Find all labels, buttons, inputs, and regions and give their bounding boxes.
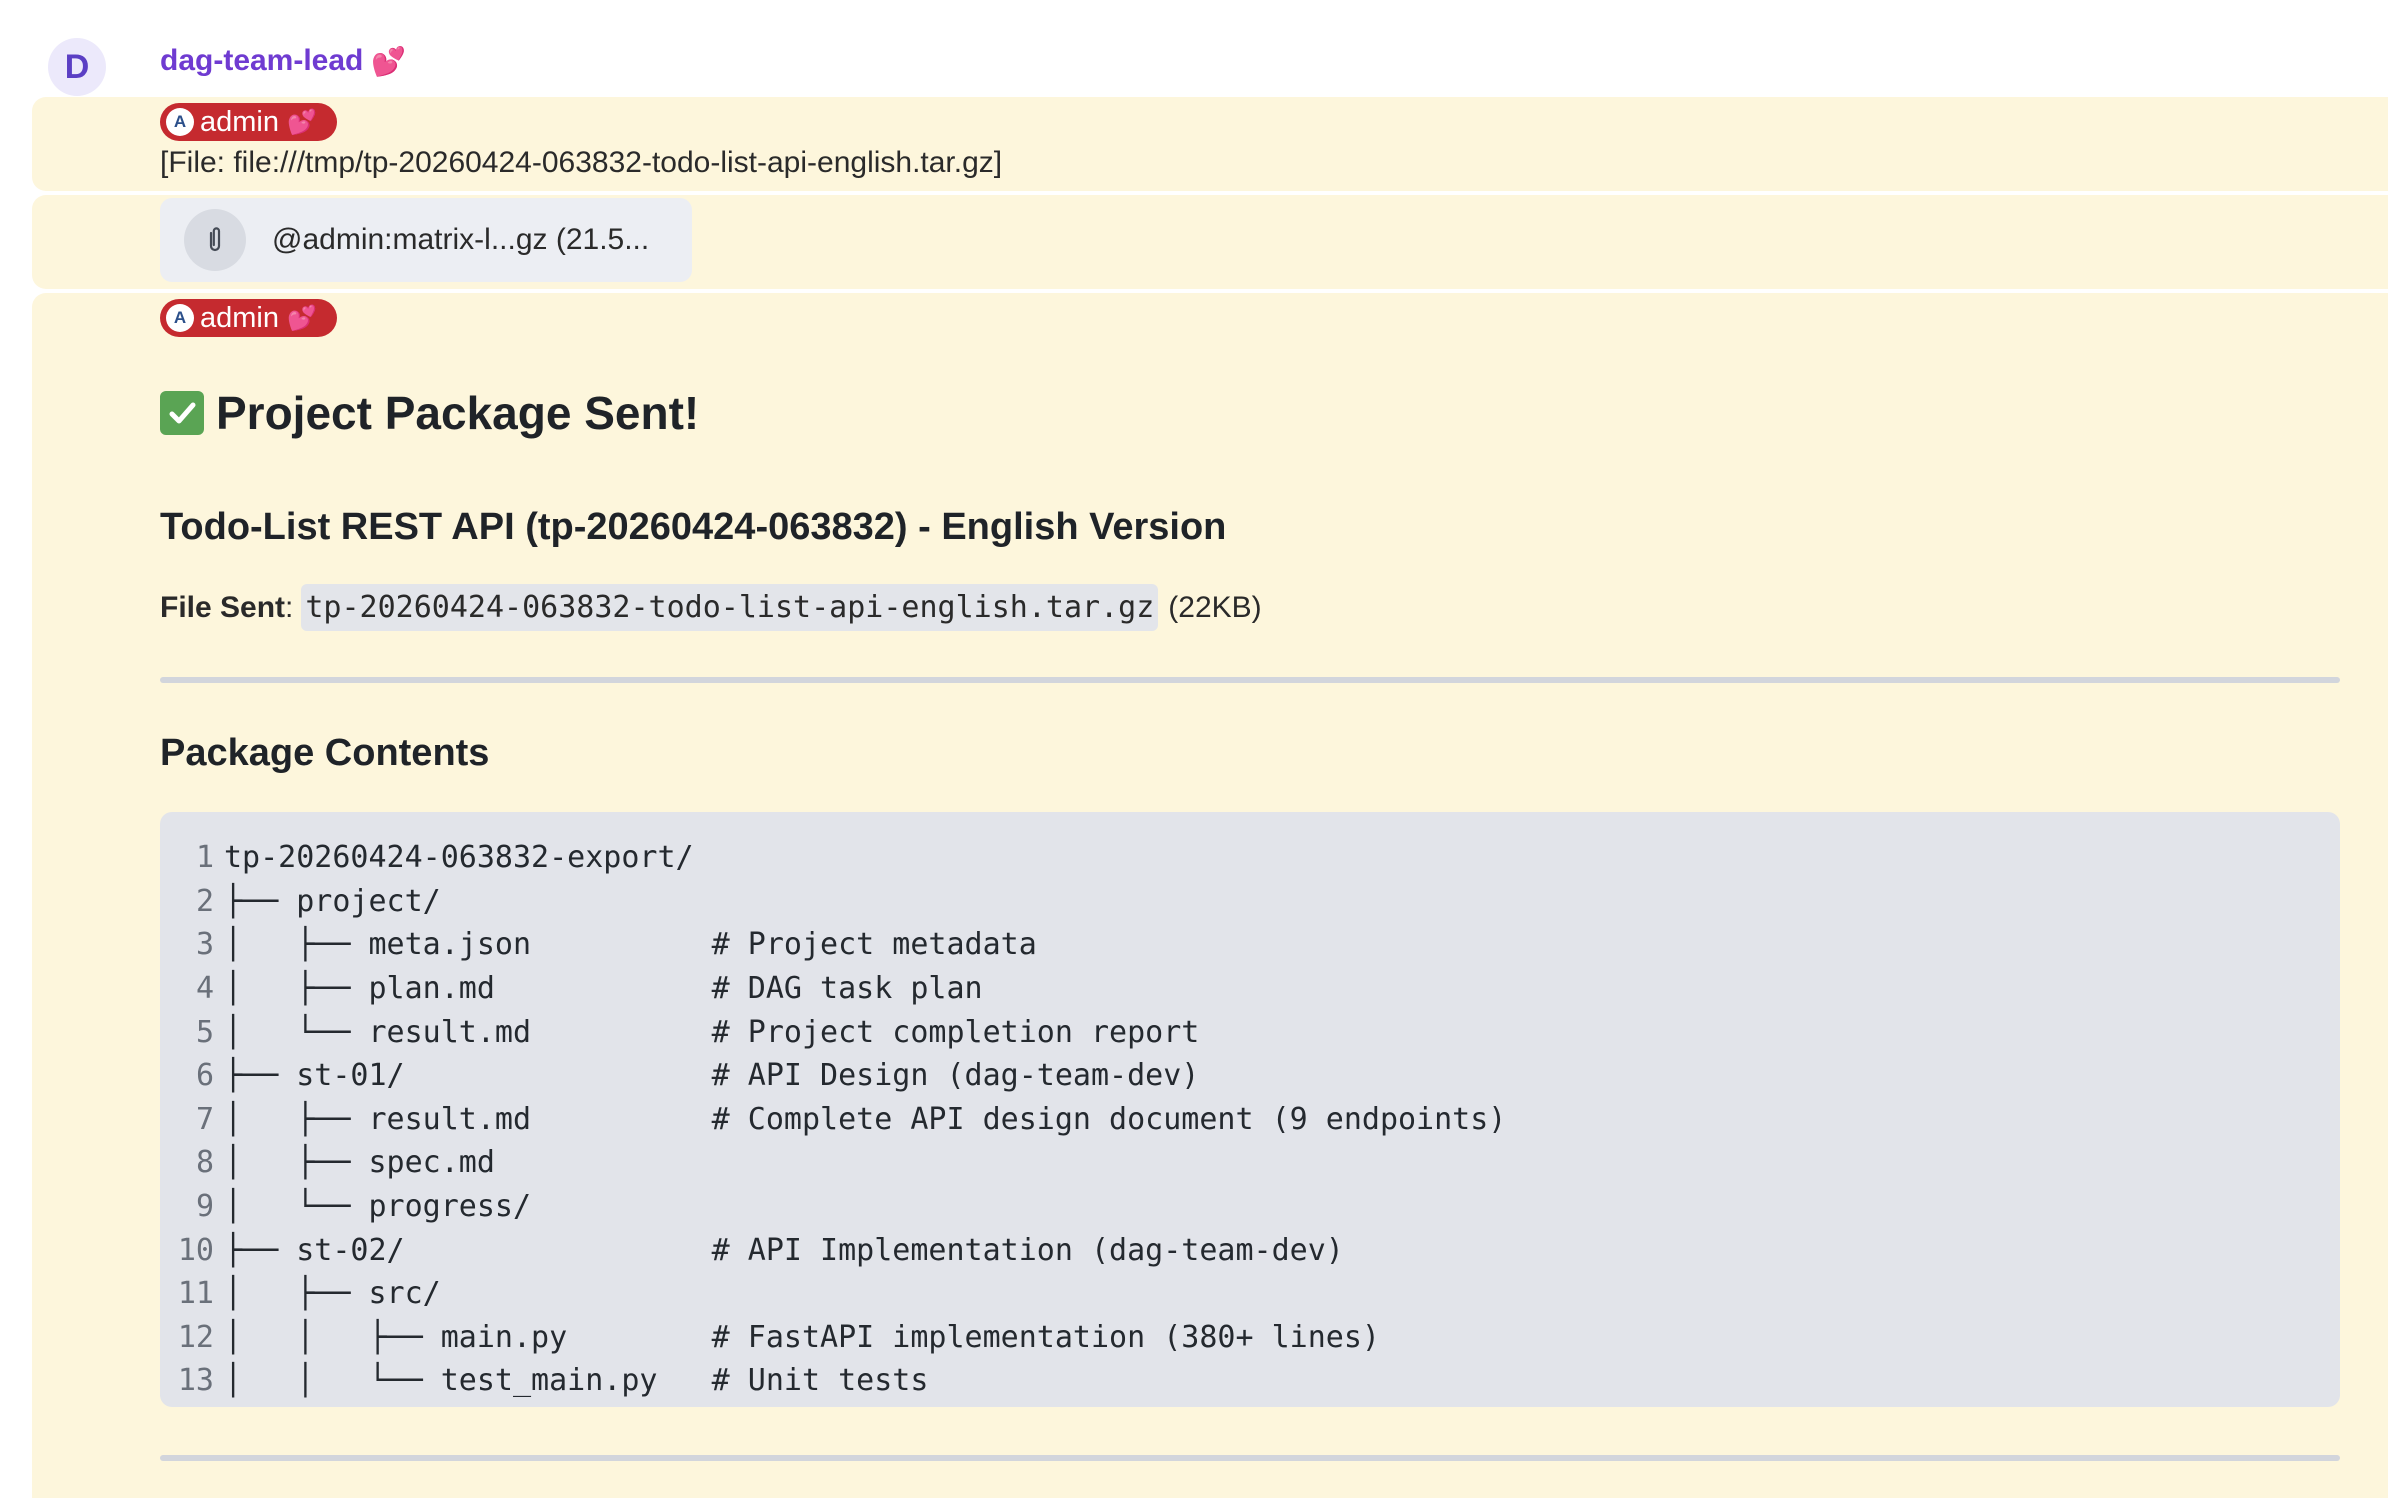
file-sent-line: File Sent: tp-20260424-063832-todo-list-…	[160, 584, 1262, 631]
code-line: 9 │ └── progress/	[160, 1185, 2340, 1229]
line-number: 2	[195, 883, 214, 919]
code-line-text: │ │ ├── main.py # FastAPI implementation…	[224, 1319, 1380, 1355]
paperclip-icon	[184, 209, 246, 271]
heart-emoji: 💕	[371, 45, 407, 77]
file-attachment[interactable]: @admin:matrix-l...gz (21.5...	[160, 198, 692, 282]
line-number: 6	[195, 1058, 214, 1094]
user-pill-label: admin	[200, 301, 279, 334]
line-number: 8	[195, 1145, 214, 1181]
check-mark-icon	[160, 391, 204, 435]
code-line: 6 ├── st-01/ # API Design (dag-team-dev)	[160, 1054, 2340, 1098]
sender-avatar[interactable]: D	[48, 38, 106, 96]
code-line: 13 │ │ └── test_main.py # Unit tests	[160, 1359, 2340, 1403]
user-pill-label: admin	[200, 105, 279, 138]
code-line: 12 │ │ ├── main.py # FastAPI implementati…	[160, 1316, 2340, 1360]
code-line-text: ├── st-01/ # API Design (dag-team-dev)	[224, 1058, 1200, 1094]
line-number: 4	[195, 971, 214, 1007]
code-line-text: tp-20260424-063832-export/	[224, 840, 694, 876]
code-line: 8 │ ├── spec.md	[160, 1141, 2340, 1185]
line-number: 11	[177, 1276, 214, 1312]
code-line: 2 ├── project/	[160, 880, 2340, 924]
code-line-text: │ └── result.md # Project completion rep…	[224, 1014, 1200, 1050]
user-pill-admin[interactable]: A admin 💕	[160, 103, 337, 141]
code-line-text: │ │ └── test_main.py # Unit tests	[224, 1363, 929, 1399]
heart-emoji: 💕	[287, 108, 317, 136]
attachment-name: @admin:matrix-l...gz (21.5...	[272, 223, 650, 256]
code-line: 4 │ ├── plan.md # DAG task plan	[160, 967, 2340, 1011]
code-line-text: │ ├── src/	[224, 1276, 441, 1312]
horizontal-rule	[160, 1455, 2340, 1461]
file-sent-filename: tp-20260424-063832-todo-list-api-english…	[301, 584, 1159, 631]
code-line: 10 ├── st-02/ # API Implementation (dag-t…	[160, 1228, 2340, 1272]
line-number: 10	[177, 1232, 214, 1268]
message-heading: Project Package Sent!	[160, 386, 699, 440]
code-line-text: │ ├── result.md # Complete API design do…	[224, 1101, 1507, 1137]
label-colon: :	[285, 590, 294, 624]
code-block[interactable]: 1 tp-20260424-063832-export/ 2 ├── project…	[160, 812, 2340, 1407]
code-line-text: │ ├── meta.json # Project metadata	[224, 927, 1037, 963]
code-line: 5 │ └── result.md # Project completion re…	[160, 1010, 2340, 1054]
line-number: 9	[195, 1189, 214, 1225]
horizontal-rule	[160, 677, 2340, 683]
project-subheading: Todo-List REST API (tp-20260424-063832) …	[160, 506, 1227, 548]
code-line: 3 │ ├── meta.json # Project metadata	[160, 923, 2340, 967]
code-line: 11 │ ├── src/	[160, 1272, 2340, 1316]
file-sent-label: File Sent	[160, 590, 286, 624]
code-line-text: │ ├── spec.md	[224, 1145, 495, 1181]
sender-name[interactable]: dag-team-lead	[160, 44, 363, 78]
file-sent-size: (22KB)	[1168, 590, 1262, 624]
line-number: 13	[177, 1363, 214, 1399]
code-line-text: │ ├── plan.md # DAG task plan	[224, 971, 983, 1007]
line-number: 7	[195, 1101, 214, 1137]
heading-text: Project Package Sent!	[216, 387, 700, 439]
file-message-text: [File: file:///tmp/tp-20260424-063832-to…	[160, 146, 1003, 179]
section-title: Package Contents	[160, 732, 490, 774]
line-number: 12	[177, 1319, 214, 1355]
code-line-text: ├── st-02/ # API Implementation (dag-tea…	[224, 1232, 1344, 1268]
line-number: 1	[195, 840, 214, 876]
code-line-text: │ └── progress/	[224, 1189, 532, 1225]
user-pill-admin[interactable]: A admin 💕	[160, 299, 337, 337]
line-number: 5	[195, 1014, 214, 1050]
sender-header: dag-team-lead 💕	[160, 44, 406, 78]
code-line: 1 tp-20260424-063832-export/	[160, 836, 2340, 880]
code-line: 7 │ ├── result.md # Complete API design d…	[160, 1098, 2340, 1142]
user-pill-avatar: A	[166, 304, 194, 332]
user-pill-avatar: A	[166, 108, 194, 136]
heart-emoji: 💕	[287, 304, 317, 332]
line-number: 3	[195, 927, 214, 963]
code-line-text: ├── project/	[224, 883, 441, 919]
